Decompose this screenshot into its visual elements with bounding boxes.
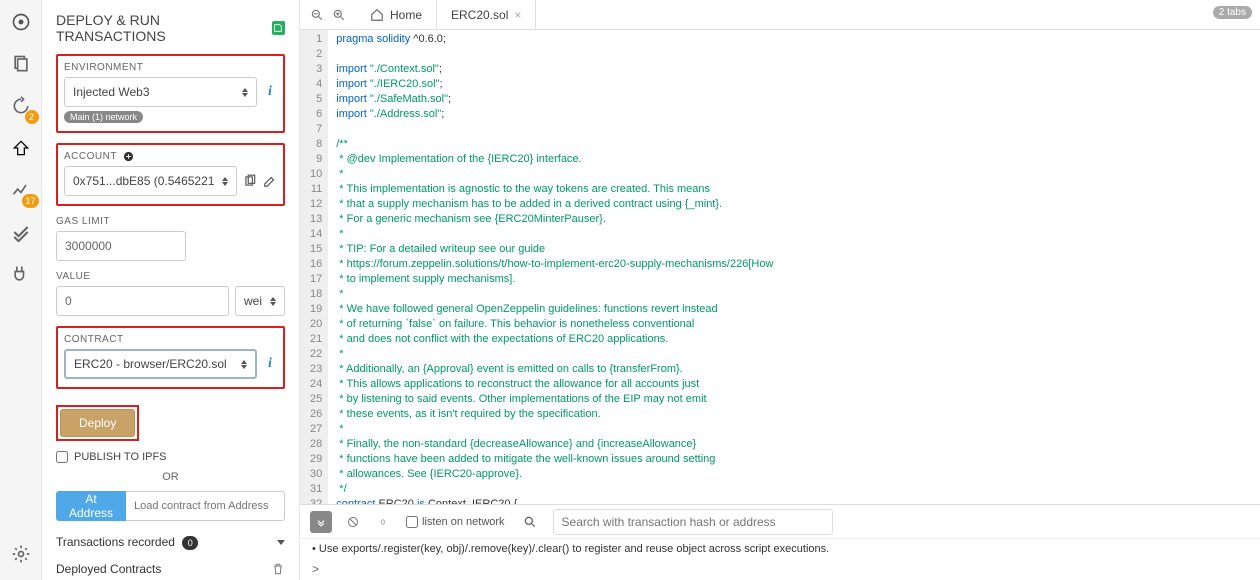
remix-logo[interactable] <box>7 8 35 36</box>
chevron-down-icon <box>277 540 285 545</box>
svg-text:0: 0 <box>381 519 385 526</box>
settings-icon[interactable] <box>7 540 35 568</box>
network-pill: Main (1) network <box>64 111 143 123</box>
compile-badge: 2 <box>25 110 39 124</box>
edit-icon[interactable] <box>263 174 277 188</box>
analysis-badge: 17 <box>22 194 38 208</box>
publish-ipfs-checkbox[interactable] <box>56 451 68 463</box>
value-input[interactable] <box>56 286 229 316</box>
home-icon <box>370 8 384 22</box>
main-area: Home ERC20.sol × 2 tabs 1234567891011121… <box>300 0 1260 580</box>
console-toolbar: 0 listen on network <box>300 505 1260 539</box>
console: 0 listen on network Use exports/.registe… <box>300 504 1260 580</box>
gas-section: GAS LIMIT <box>56 216 285 261</box>
environment-select[interactable]: Injected Web3 <box>64 77 257 107</box>
trash-icon[interactable] <box>271 562 285 576</box>
sidebar: 2 17 <box>0 0 42 580</box>
account-label: ACCOUNT <box>64 151 277 162</box>
tab-bar: Home ERC20.sol × 2 tabs <box>300 0 1260 30</box>
environment-section: ENVIRONMENT Injected Web3 i Main (1) net… <box>56 54 285 133</box>
code-body[interactable]: pragma solidity ^0.6.0; import "./Contex… <box>328 30 1260 504</box>
value-label: VALUE <box>56 271 285 282</box>
tx-count-badge: 0 <box>182 536 198 550</box>
add-account-icon[interactable] <box>123 151 134 162</box>
account-section: ACCOUNT 0x751...dbE85 (0.5465221 <box>56 143 285 206</box>
chevron-updown-icon <box>270 297 276 306</box>
contract-label: CONTRACT <box>64 334 277 345</box>
account-value: 0x751...dbE85 (0.5465221 <box>73 174 214 188</box>
transactions-recorded-row[interactable]: Transactions recorded 0 <box>56 535 285 550</box>
console-line: Use exports/.register(key, obj)/.remove(… <box>312 543 1248 555</box>
tab-home[interactable]: Home <box>356 0 437 29</box>
search-icon[interactable] <box>523 515 537 529</box>
at-address-button[interactable]: At Address <box>56 491 126 521</box>
chevron-updown-icon <box>241 360 247 369</box>
contract-value: ERC20 - browser/ERC20.sol <box>74 357 227 371</box>
deployed-contracts-row: Deployed Contracts <box>56 562 285 576</box>
chevron-updown-icon <box>222 177 228 186</box>
listen-network-checkbox[interactable] <box>406 516 418 528</box>
value-unit: wei <box>244 294 262 308</box>
value-unit-select[interactable]: wei <box>235 286 285 316</box>
publish-ipfs-label: PUBLISH TO IPFS <box>74 451 167 463</box>
plugin-icon[interactable] <box>7 260 35 288</box>
contract-select[interactable]: ERC20 - browser/ERC20.sol <box>64 349 257 379</box>
listen-network-label: listen on network <box>422 516 505 528</box>
line-gutter: 1234567891011121314151617181920212223242… <box>300 30 328 504</box>
publish-ipfs-row: PUBLISH TO IPFS <box>56 451 285 463</box>
deploy-panel: DEPLOY & RUN TRANSACTIONS ENVIRONMENT In… <box>42 0 300 580</box>
zoom-out-icon[interactable] <box>310 8 324 22</box>
account-select[interactable]: 0x751...dbE85 (0.5465221 <box>64 166 237 196</box>
tab-file[interactable]: ERC20.sol × <box>437 0 536 29</box>
code-editor[interactable]: 1234567891011121314151617181920212223242… <box>300 30 1260 504</box>
listen-network-row: listen on network <box>406 516 505 528</box>
tabs-count-pill[interactable]: 2 tabs <box>1213 6 1252 19</box>
value-section: VALUE wei <box>56 271 285 316</box>
info-icon[interactable]: i <box>263 84 277 100</box>
console-body: Use exports/.register(key, obj)/.remove(… <box>300 539 1260 562</box>
console-toggle-icon[interactable] <box>310 511 332 533</box>
gas-label: GAS LIMIT <box>56 216 285 227</box>
tab-home-label: Home <box>390 8 422 22</box>
environment-value: Injected Web3 <box>73 85 150 99</box>
compile-icon[interactable]: 2 <box>7 92 35 120</box>
deploy-icon[interactable] <box>7 134 35 162</box>
or-label: OR <box>56 471 285 483</box>
tab-tools <box>300 0 356 29</box>
copy-icon[interactable] <box>243 174 257 188</box>
contract-section: CONTRACT ERC20 - browser/ERC20.sol i <box>56 326 285 389</box>
environment-label: ENVIRONMENT <box>64 62 277 73</box>
clear-console-icon[interactable] <box>342 511 364 533</box>
deploy-highlight: Deploy <box>56 405 139 441</box>
tab-file-label: ERC20.sol <box>451 8 508 22</box>
gas-limit-input[interactable] <box>56 231 186 261</box>
tx-recorded-label: Transactions recorded <box>56 535 175 549</box>
console-caret[interactable]: > <box>300 562 1260 580</box>
at-address-row: At Address <box>56 491 285 521</box>
file-explorer-icon[interactable] <box>7 50 35 78</box>
panel-title-text: DEPLOY & RUN TRANSACTIONS <box>56 12 266 44</box>
deploy-button[interactable]: Deploy <box>60 409 135 437</box>
info-icon[interactable]: i <box>263 356 277 372</box>
test-icon[interactable] <box>7 218 35 246</box>
console-search-input[interactable] <box>553 509 833 535</box>
zoom-in-icon[interactable] <box>332 8 346 22</box>
chevron-updown-icon <box>242 88 248 97</box>
panel-title: DEPLOY & RUN TRANSACTIONS <box>56 12 285 44</box>
analysis-icon[interactable]: 17 <box>7 176 35 204</box>
save-state-icon[interactable] <box>272 21 286 35</box>
at-address-input[interactable] <box>126 491 285 521</box>
pending-tx-icon[interactable]: 0 <box>374 511 396 533</box>
deployed-contracts-label: Deployed Contracts <box>56 562 161 576</box>
close-icon[interactable]: × <box>514 8 521 22</box>
